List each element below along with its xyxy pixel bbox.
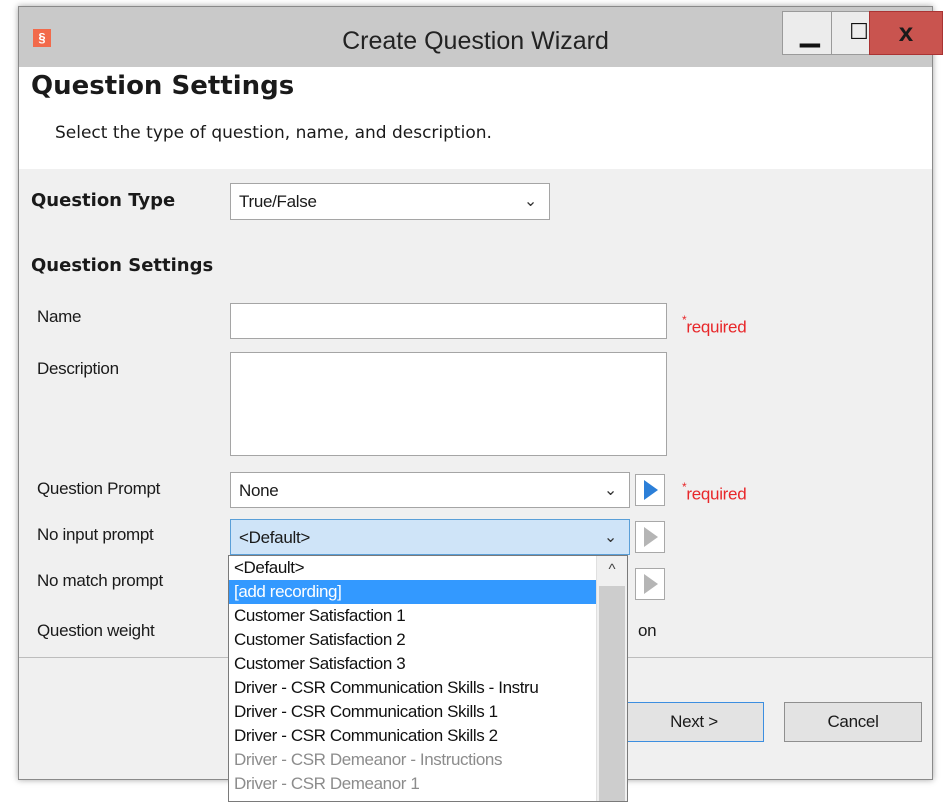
play-icon	[644, 527, 658, 547]
no-input-prompt-label: No input prompt	[37, 525, 154, 544]
no-input-prompt-select[interactable]: <Default> ⌄	[230, 519, 630, 555]
wizard-header: Question Settings Select the type of que…	[19, 67, 932, 169]
dropdown-option[interactable]: Driver - CSR Communication Skills 1	[229, 700, 597, 724]
title-bar[interactable]: § Create Question Wizard ▁ ☐ x	[19, 7, 943, 67]
question-weight-label: Question weight	[37, 621, 155, 640]
dropdown-option[interactable]: Driver - CSR Communication Skills - Inst…	[229, 676, 597, 700]
close-button[interactable]: x	[869, 11, 943, 55]
name-required-note: *required	[682, 313, 747, 337]
no-match-prompt-play-button[interactable]	[635, 568, 665, 600]
question-prompt-label: Question Prompt	[37, 479, 161, 498]
no-input-prompt-dropdown-list[interactable]: <Default> [add recording] Customer Satisfa…	[228, 555, 628, 802]
dropdown-option[interactable]: <Default>	[229, 556, 597, 580]
page-title: Question Settings	[31, 71, 295, 101]
question-prompt-value: None	[239, 481, 279, 500]
no-input-prompt-play-button[interactable]	[635, 521, 665, 553]
settings-heading: Question Settings	[31, 255, 214, 276]
no-input-prompt-value: <Default>	[239, 528, 311, 547]
chevron-down-icon: ⌄	[523, 193, 537, 210]
dropdown-scrollbar[interactable]: ^	[596, 556, 627, 801]
play-icon	[644, 480, 658, 500]
dropdown-options: <Default> [add recording] Customer Satisfa…	[229, 556, 597, 796]
cancel-button[interactable]: Cancel	[784, 702, 922, 742]
dropdown-option[interactable]: Driver - CSR Demeanor 1	[229, 772, 597, 796]
description-textarea[interactable]	[230, 352, 667, 456]
question-prompt-select[interactable]: None ⌄	[230, 472, 630, 508]
scroll-up-arrow-icon[interactable]: ^	[597, 556, 627, 584]
description-label: Description	[37, 359, 119, 378]
dropdown-option[interactable]: [add recording]	[229, 580, 597, 604]
name-label: Name	[37, 307, 82, 326]
name-input[interactable]	[230, 303, 667, 339]
scroll-thumb[interactable]	[599, 586, 625, 801]
question-prompt-required-note: *required	[682, 480, 747, 504]
chevron-down-icon: ⌄	[603, 482, 617, 499]
page-subtitle: Select the type of question, name, and d…	[55, 123, 492, 143]
dropdown-option[interactable]: Customer Satisfaction 1	[229, 604, 597, 628]
question-type-label: Question Type	[31, 190, 176, 211]
play-icon	[644, 574, 658, 594]
next-button[interactable]: Next >	[624, 702, 764, 742]
question-type-value: True/False	[239, 192, 317, 211]
chevron-down-icon: ⌄	[603, 529, 617, 546]
question-prompt-play-button[interactable]	[635, 474, 665, 506]
minimize-button[interactable]: ▁	[782, 11, 838, 55]
question-type-select[interactable]: True/False ⌄	[230, 183, 550, 220]
dropdown-option[interactable]: Driver - CSR Communication Skills 2	[229, 724, 597, 748]
no-match-prompt-label: No match prompt	[37, 571, 163, 590]
dropdown-option[interactable]: Driver - CSR Demeanor - Instructions	[229, 748, 597, 772]
dropdown-option[interactable]: Customer Satisfaction 2	[229, 628, 597, 652]
dropdown-option[interactable]: Customer Satisfaction 3	[229, 652, 597, 676]
question-weight-trailing-text: on	[638, 621, 657, 640]
